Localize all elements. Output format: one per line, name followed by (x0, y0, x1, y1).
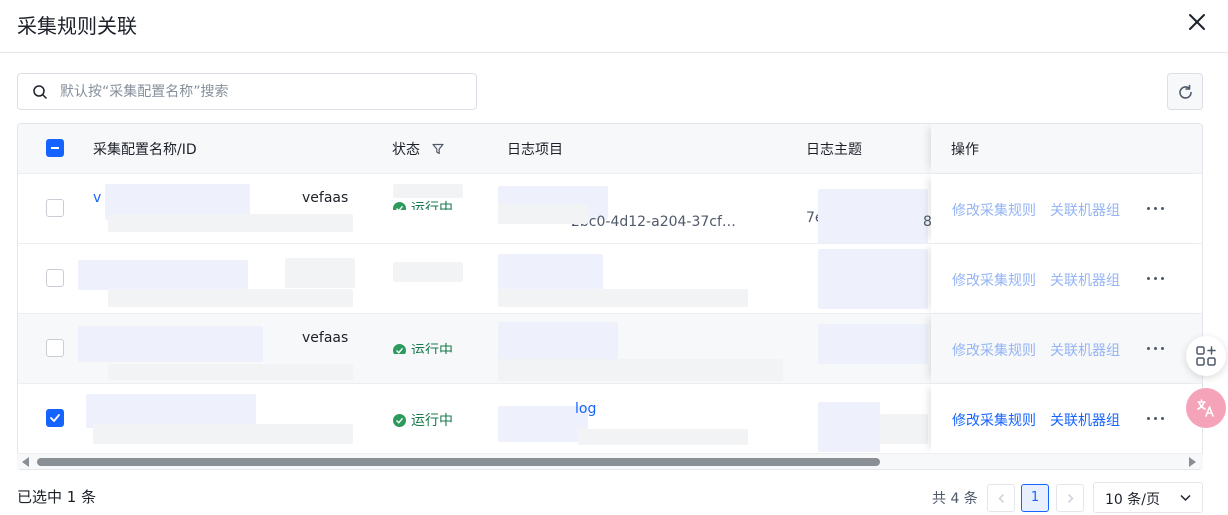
row-checkbox[interactable] (46, 199, 64, 217)
check-circle-icon (393, 414, 406, 427)
redacted-region (818, 189, 928, 244)
edit-rule-link[interactable]: 修改采集规则 (952, 270, 1036, 290)
redacted-region (285, 258, 355, 288)
redacted-region (498, 204, 588, 224)
link-machine-group-link[interactable]: 关联机器组 (1050, 340, 1120, 360)
filter-icon[interactable] (432, 143, 444, 155)
link-machine-group-link[interactable]: 关联机器组 (1050, 270, 1120, 290)
refresh-icon (1179, 84, 1192, 99)
dialog-header: 采集规则关联 (0, 0, 1228, 53)
redacted-region (498, 254, 603, 294)
more-icon[interactable] (1147, 277, 1165, 281)
more-icon[interactable] (1147, 347, 1165, 351)
chevron-down-icon (1180, 494, 1191, 502)
table-row: 修改采集规则 关联机器组 (18, 243, 1202, 313)
search-box[interactable] (17, 73, 477, 110)
column-header-topic: 日志主题 (806, 142, 862, 158)
redacted-region (93, 424, 353, 444)
total-count: 共 4 条 (932, 491, 978, 507)
page-size-select[interactable]: 10 条/页 (1093, 482, 1203, 513)
redacted-region (818, 324, 928, 364)
column-header-project: 日志项目 (507, 142, 563, 158)
table-header: 采集配置名称/ID 状态 日志项目 日志主题 操作 (18, 124, 1202, 173)
redacted-region (86, 394, 256, 428)
redacted-region (498, 359, 783, 381)
column-header-ops: 操作 (951, 142, 979, 158)
search-input[interactable] (60, 74, 460, 109)
check-circle-icon (393, 202, 406, 210)
config-tag: vefaas (302, 190, 349, 206)
more-icon[interactable] (1147, 207, 1165, 211)
project-link[interactable]: log (575, 401, 596, 417)
project-id: 2bc0-4d12-a204-37cf… (571, 214, 736, 230)
selected-count: 已选中 1 条 (17, 488, 97, 506)
redacted-region (78, 326, 263, 362)
row-checkbox[interactable] (46, 269, 64, 287)
table-row: 运行中 log 修改采集规则 关联机器组 (18, 383, 1202, 453)
link-machine-group-link[interactable]: 关联机器组 (1050, 410, 1120, 430)
status-text: 运行中 (411, 413, 453, 429)
check-icon (50, 414, 60, 422)
status-badge: 运行中 (393, 410, 453, 430)
rules-table: 采集配置名称/ID 状态 日志项目 日志主题 操作 v vefaas 运行中 2… (17, 123, 1203, 470)
scroll-right-arrow-icon[interactable] (1189, 457, 1196, 467)
redacted-region (498, 289, 748, 307)
status-badge: 运行中 (393, 340, 453, 354)
edit-rule-link[interactable]: 修改采集规则 (952, 340, 1036, 360)
select-all-checkbox[interactable] (46, 139, 64, 157)
config-name-link[interactable]: v (93, 190, 101, 206)
status-text: 运行中 (411, 343, 453, 354)
check-circle-icon (393, 344, 406, 354)
page-size-value: 10 条/页 (1105, 492, 1160, 508)
translate-button[interactable] (1186, 388, 1226, 428)
status-text: 运行中 (411, 201, 453, 210)
ops-header-cell: 操作 (931, 124, 1202, 173)
apps-add-icon (1196, 346, 1216, 366)
next-page-button[interactable] (1056, 484, 1084, 512)
config-tag: vefaas (302, 330, 349, 346)
redacted-region (108, 364, 353, 380)
row-checkbox[interactable] (46, 409, 64, 427)
link-machine-group-link[interactable]: 关联机器组 (1050, 200, 1120, 220)
redacted-region (818, 402, 880, 452)
edit-rule-link[interactable]: 修改采集规则 (952, 200, 1036, 220)
column-header-name: 采集配置名称/ID (93, 142, 197, 158)
chevron-right-icon (1068, 494, 1074, 503)
table-row: v vefaas 运行中 2bc0-4d12-a204-37cf… 7ed 8 … (18, 173, 1202, 244)
redacted-region (818, 249, 928, 309)
redacted-region (578, 429, 748, 445)
row-checkbox[interactable] (46, 339, 64, 357)
redacted-region (393, 262, 463, 282)
page-button-1[interactable]: 1 (1021, 484, 1049, 512)
column-header-status: 状态 (392, 142, 420, 158)
redacted-region (393, 184, 463, 198)
edit-rule-link[interactable]: 修改采集规则 (952, 410, 1036, 430)
redacted-region (108, 214, 353, 232)
translate-icon (1197, 399, 1214, 417)
dialog-title: 采集规则关联 (17, 14, 137, 38)
redacted-region (78, 260, 248, 290)
search-icon (33, 85, 47, 99)
more-icon[interactable] (1147, 417, 1165, 421)
scrollbar-thumb[interactable] (37, 458, 880, 466)
chevron-left-icon (998, 494, 1004, 503)
redacted-region (880, 414, 928, 444)
table-row: vefaas 运行中 修改采集规则 关联机器组 (18, 313, 1202, 383)
horizontal-scrollbar[interactable] (17, 453, 1203, 469)
redacted-region (108, 289, 353, 307)
widget-add-button[interactable] (1186, 336, 1226, 376)
close-icon[interactable] (1183, 8, 1211, 36)
status-badge: 运行中 (393, 198, 453, 210)
refresh-button[interactable] (1167, 73, 1203, 110)
prev-page-button[interactable] (987, 484, 1015, 512)
scroll-left-arrow-icon[interactable] (22, 457, 29, 467)
